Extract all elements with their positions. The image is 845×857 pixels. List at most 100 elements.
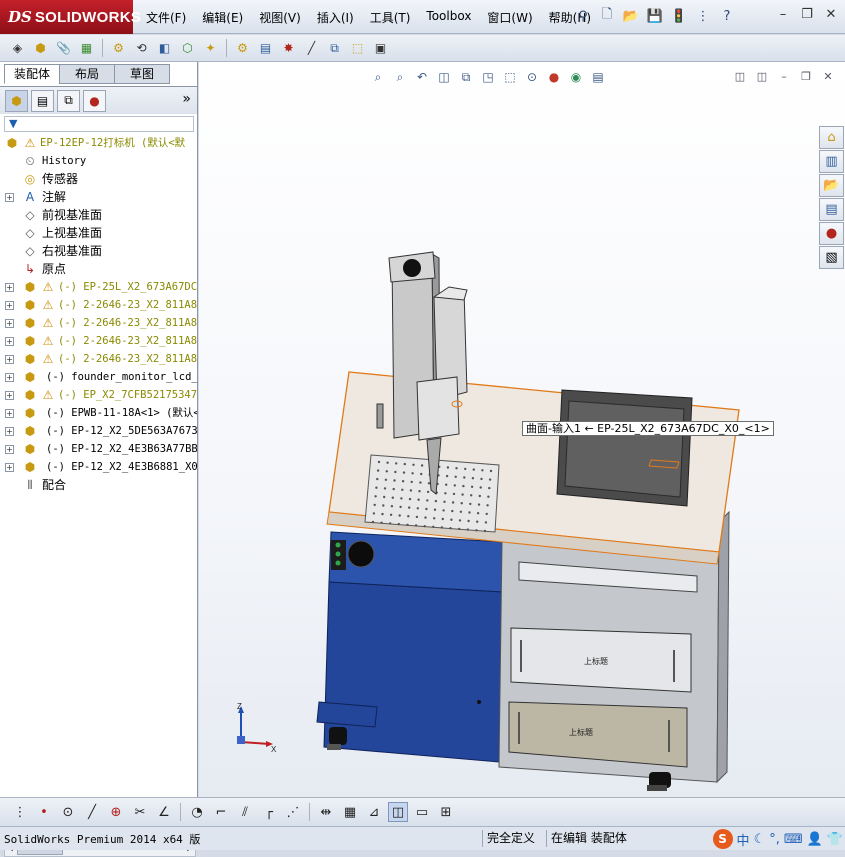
assembly-features-icon[interactable]: ⬡ — [178, 39, 197, 58]
corner-icon[interactable]: ┌ — [259, 802, 279, 822]
restore-icon[interactable]: ❐ — [799, 7, 815, 23]
edit-appearance-icon[interactable]: ● — [545, 68, 563, 86]
tree-node[interactable]: + ⬢ ⚠ (-) 2-2646-23_X2_811A8E — [0, 350, 197, 368]
toolbar-grip-icon[interactable]: ⋮ — [10, 802, 30, 822]
filter-icon[interactable]: ▼ — [9, 117, 17, 130]
expand-icon[interactable]: + — [5, 301, 14, 310]
tree-node[interactable]: + ⬢ (-) founder_monitor_lcd_1n — [0, 368, 197, 386]
move-component-icon[interactable]: ⟲ — [132, 39, 151, 58]
new-motion-study-icon[interactable]: ⚙ — [233, 39, 252, 58]
tree-node[interactable]: ⫴ 配合 — [0, 476, 197, 494]
configuration-manager-icon[interactable]: ⧉ — [57, 89, 80, 112]
save-icon[interactable]: 💾 — [646, 7, 664, 25]
menu-edit[interactable]: 编辑(E) — [202, 9, 243, 26]
design-library-icon[interactable]: ▥ — [819, 150, 844, 173]
viewport-close-icon[interactable]: ✕ — [821, 70, 835, 84]
solidworks-logo[interactable]: DS SOLIDWORKS — [0, 0, 141, 34]
previous-view-icon[interactable]: ↶ — [413, 68, 431, 86]
ime-shirt-icon[interactable]: 👕 — [827, 832, 843, 847]
viewport-minimize-icon[interactable]: – — [777, 70, 791, 84]
menu-window[interactable]: 窗口(W) — [487, 9, 532, 26]
close-icon[interactable]: ✕ — [823, 7, 839, 23]
relation-icon[interactable]: ⊿ — [364, 802, 384, 822]
tree-node[interactable]: + ⬢ (-) EPWB-11-18A<1> (默认< — [0, 404, 197, 422]
expand-icon[interactable]: + — [5, 445, 14, 454]
section-view-icon[interactable]: ◫ — [435, 68, 453, 86]
tree-node[interactable]: + ⬢ (-) EP-12_X2_4E3B6881_X0_ — [0, 458, 197, 476]
expand-icon[interactable]: + — [5, 283, 14, 292]
menu-tools[interactable]: 工具(T) — [370, 9, 411, 26]
menu-view[interactable]: 视图(V) — [259, 9, 301, 26]
interference-detection-icon[interactable]: ⧉ — [325, 39, 344, 58]
circle-center-icon[interactable]: ⊙ — [58, 802, 78, 822]
tree-node[interactable]: + ⬢ (-) EP-12_X2_5DE563A7673A_ — [0, 422, 197, 440]
open-folder-icon[interactable]: 📂 — [622, 7, 640, 25]
ime-chinese-mode[interactable]: 中 — [737, 830, 750, 849]
expand-icon[interactable]: + — [5, 463, 14, 472]
expand-icon[interactable]: + — [5, 409, 14, 418]
tree-node[interactable]: + ⬢ (-) EP-12_X2_4E3B63A77BB1_ — [0, 440, 197, 458]
trim-icon[interactable]: ✂ — [130, 802, 150, 822]
clearance-verification-icon[interactable]: ⬚ — [348, 39, 367, 58]
options-icon[interactable]: ⋮ — [694, 7, 712, 25]
construction-icon[interactable]: ⋰ — [283, 802, 303, 822]
fillet-icon[interactable]: ◔ — [187, 802, 207, 822]
view-four-icon[interactable]: ⊞ — [436, 802, 456, 822]
apply-scene-icon[interactable]: ◉ — [567, 68, 585, 86]
laser-marking-machine-model[interactable]: 上标题 上标题 — [299, 172, 845, 797]
ime-user-icon[interactable]: 👤 — [807, 832, 823, 847]
tree-node[interactable]: + ⬢ ⚠ (-) 2-2646-23_X2_811A8E — [0, 296, 197, 314]
tree-node[interactable]: + ⬢ ⚠ (-) 2-2646-23_X2_811A8E — [0, 332, 197, 350]
tree-node[interactable]: ⏲ History — [0, 152, 197, 170]
edit-component-icon[interactable]: ◈ — [8, 39, 27, 58]
tree-node[interactable]: ◇ 右视基准面 — [0, 242, 197, 260]
mate-icon[interactable]: 📎 — [54, 39, 73, 58]
tab-assembly[interactable]: 装配体 — [4, 64, 60, 84]
tree-node[interactable]: + ⬢ ⚠ (-) EP-25L_X2_673A67DC_ — [0, 278, 197, 296]
pin-icon[interactable]: ⚲ — [574, 7, 592, 25]
split-horizontal-icon[interactable]: ◫ — [733, 70, 747, 84]
point-icon[interactable]: • — [34, 802, 54, 822]
graphics-area[interactable]: ⌕ ⌕ ↶ ◫ ⧉ ◳ ⬚ ⊙ ● ◉ ▤ ◫ ◫ – ❐ ✕ ⌂ ▥ 📂 ▤ … — [199, 62, 845, 797]
split-vertical-icon[interactable]: ◫ — [755, 70, 769, 84]
view-settings-icon[interactable]: ▤ — [589, 68, 607, 86]
menu-insert[interactable]: 插入(I) — [317, 9, 354, 26]
minimize-icon[interactable]: – — [775, 7, 791, 23]
menu-file[interactable]: 文件(F) — [146, 9, 186, 26]
bill-of-materials-icon[interactable]: ▤ — [256, 39, 275, 58]
reference-geometry-icon[interactable]: ✦ — [201, 39, 220, 58]
menu-toolbox[interactable]: Toolbox — [426, 9, 471, 26]
feature-manager-icon[interactable]: ⬢ — [5, 89, 28, 112]
linear-pattern-icon[interactable]: ▦ — [77, 39, 96, 58]
line-icon[interactable]: ╱ — [82, 802, 102, 822]
tree-node[interactable]: ◎ 传感器 — [0, 170, 197, 188]
expand-chevron-icon[interactable]: » — [182, 91, 191, 107]
tree-node[interactable]: ◇ 前视基准面 — [0, 206, 197, 224]
tree-filter[interactable]: ▼ — [4, 116, 194, 132]
expand-icon[interactable]: + — [5, 355, 14, 364]
hide-show-items-icon[interactable]: ⊙ — [523, 68, 541, 86]
tree-node[interactable]: ↳ 原点 — [0, 260, 197, 278]
angle-icon[interactable]: ∠ — [154, 802, 174, 822]
show-hidden-icon[interactable]: ◧ — [155, 39, 174, 58]
tree-node[interactable]: ⬢ ⚠ EP-12EP-12打标机 (默认<默 — [0, 134, 197, 152]
solidworks-resources-icon[interactable]: ⌂ — [819, 126, 844, 149]
tree-node[interactable]: ◇ 上视基准面 — [0, 224, 197, 242]
grid-icon[interactable]: ▦ — [340, 802, 360, 822]
tree-node[interactable]: + ⬢ ⚠ (-) EP_X2_7CFB52175347 — [0, 386, 197, 404]
display-manager-icon[interactable]: ● — [83, 89, 106, 112]
zoom-to-area-icon[interactable]: ⌕ — [391, 68, 409, 86]
ime-punctuation-icon[interactable]: °, — [769, 832, 780, 847]
expand-icon[interactable]: + — [5, 337, 14, 346]
rebuild-traffic-light-icon[interactable]: 🚦 — [670, 7, 688, 25]
tree-node[interactable]: + ⬢ ⚠ (-) 2-2646-23_X2_811A8E — [0, 314, 197, 332]
expand-icon[interactable]: + — [5, 391, 14, 400]
offset-icon[interactable]: ⫽ — [235, 802, 255, 822]
tab-layout[interactable]: 布局 — [59, 64, 115, 84]
display-style-icon[interactable]: ⬚ — [501, 68, 519, 86]
new-document-icon[interactable]: 🗋 — [598, 7, 616, 25]
expand-icon[interactable]: + — [5, 427, 14, 436]
explode-line-sketch-icon[interactable]: ╱ — [302, 39, 321, 58]
property-manager-icon[interactable]: ▤ — [31, 89, 54, 112]
dimension-icon[interactable]: ⇹ — [316, 802, 336, 822]
